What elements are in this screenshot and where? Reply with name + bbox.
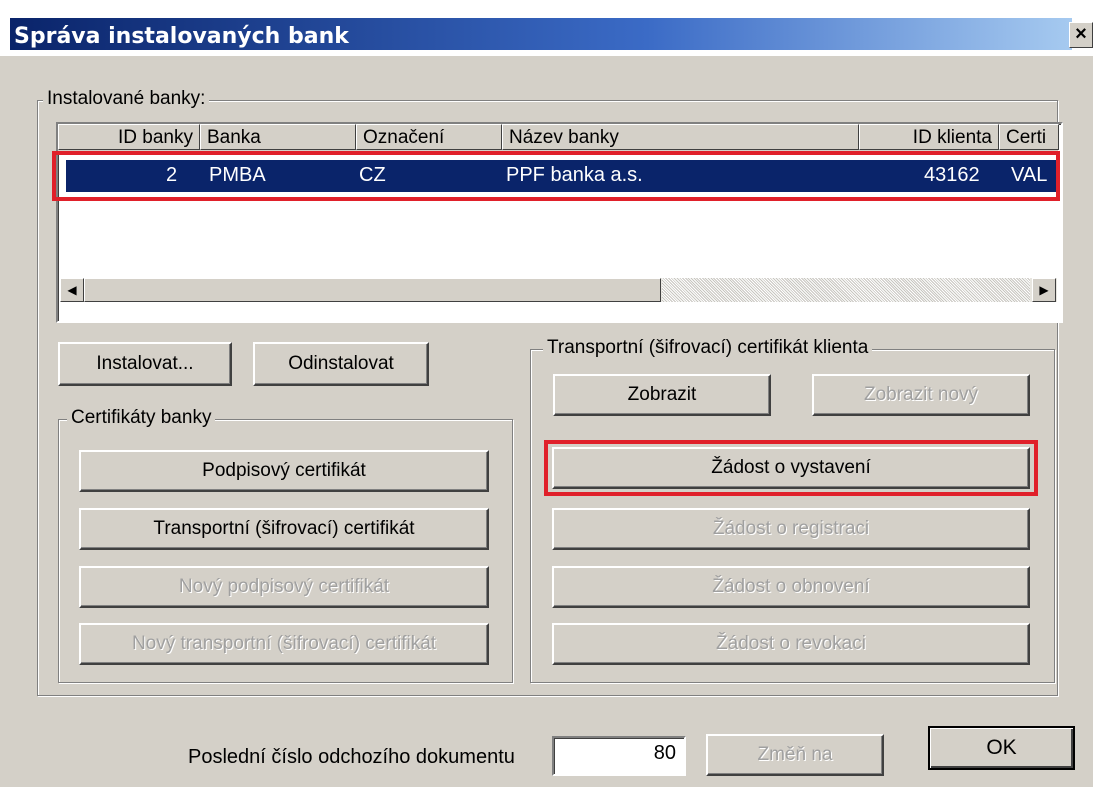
dialog-window: Správa instalovaných bank × Instalované … — [0, 6, 1093, 787]
scroll-right-icon[interactable]: ▶ — [1032, 278, 1056, 302]
request-register-button[interactable]: Žádost o registraci — [552, 508, 1030, 550]
scroll-thumb[interactable] — [84, 278, 661, 302]
col-header-cert[interactable]: Certi — [999, 124, 1059, 150]
request-renew-button[interactable]: Žádost o obnovení — [552, 566, 1030, 608]
uninstall-button[interactable]: Odinstalovat — [253, 342, 429, 386]
install-button[interactable]: Instalovat... — [58, 342, 232, 386]
new-sign-cert-button[interactable]: Nový podpisový certifikát — [79, 566, 489, 608]
request-revoke-button[interactable]: Žádost o revokaci — [552, 623, 1030, 665]
title-bar: Správa instalovaných bank × — [0, 6, 1093, 56]
sign-cert-button[interactable]: Podpisový certifikát — [79, 450, 489, 492]
window-title: Správa instalovaných bank — [14, 24, 349, 49]
col-header-mark[interactable]: Označení — [356, 124, 502, 150]
show-new-button[interactable]: Zobrazit nový — [812, 374, 1030, 416]
ok-button[interactable]: OK — [928, 726, 1075, 770]
highlight-request-box — [544, 440, 1038, 496]
client-cert-label: Transportní (šifrovací) certifikát klien… — [543, 337, 873, 359]
horizontal-scrollbar[interactable]: ◀ ▶ — [60, 278, 1057, 302]
col-header-bank[interactable]: Banka — [200, 124, 356, 150]
col-header-id[interactable]: ID banky — [58, 124, 200, 150]
show-button[interactable]: Zobrazit — [553, 374, 771, 416]
transport-cert-button[interactable]: Transportní (šifrovací) certifikát — [79, 508, 489, 550]
dialog-body: Instalované banky: ID banky Banka Označe… — [0, 56, 1093, 787]
highlight-row-box — [52, 151, 1060, 201]
list-header: ID banky Banka Označení Název banky ID k… — [58, 124, 1059, 154]
last-doc-label: Poslední číslo odchozího dokumentu — [188, 746, 515, 768]
close-button[interactable]: × — [1069, 22, 1093, 48]
bank-certs-label: Certifikáty banky — [67, 407, 216, 429]
change-to-button[interactable]: Změň na — [706, 734, 884, 776]
col-header-client-id[interactable]: ID klienta — [859, 124, 999, 150]
new-transport-cert-button[interactable]: Nový transportní (šifrovací) certifikát — [79, 623, 489, 665]
col-header-name[interactable]: Název banky — [502, 124, 859, 150]
last-doc-input[interactable]: 80 — [552, 736, 686, 776]
scroll-track[interactable] — [662, 278, 1030, 302]
scroll-left-icon[interactable]: ◀ — [60, 278, 84, 302]
installed-banks-label: Instalované banky: — [43, 88, 210, 110]
